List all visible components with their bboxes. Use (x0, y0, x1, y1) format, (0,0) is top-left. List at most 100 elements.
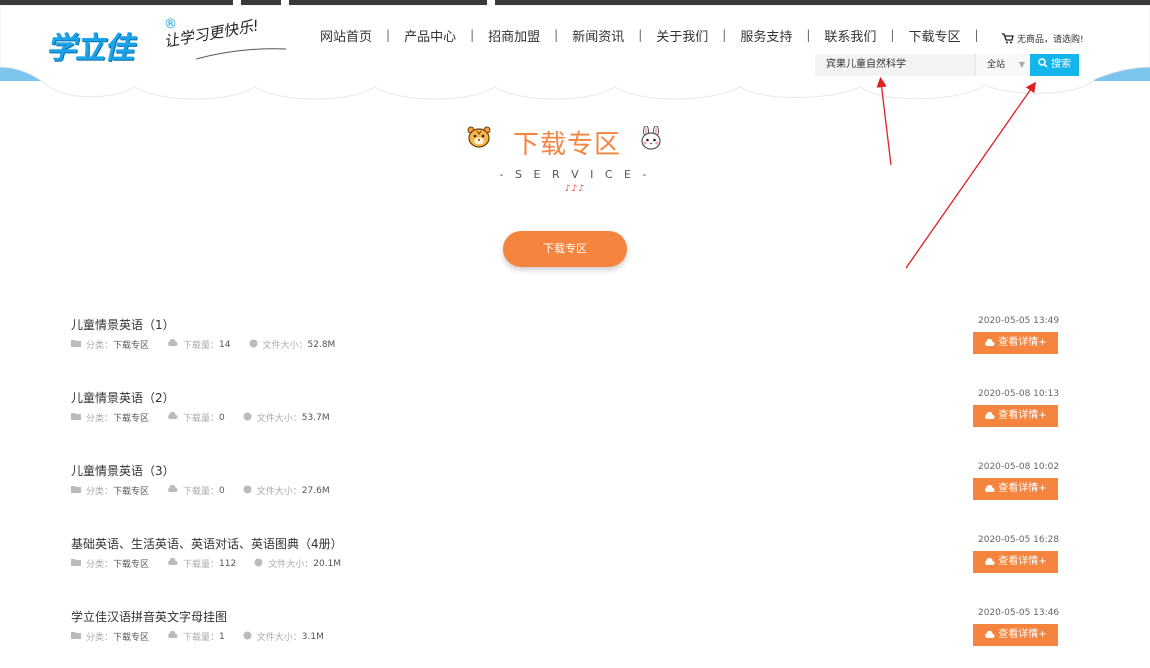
search-button-label: 搜索 (1051, 59, 1072, 70)
file-size-value: 20.1M (313, 558, 342, 569)
nav-franchise[interactable]: 招商加盟 (474, 26, 554, 45)
cloud-download-icon (167, 411, 178, 423)
download-count-value: 0 (219, 485, 225, 496)
nav-about[interactable]: 关于我们 (642, 26, 722, 45)
search-icon (1038, 58, 1048, 68)
category-value: 下载专区 (113, 633, 150, 643)
download-title[interactable]: 儿童情景英语（3） (71, 462, 175, 479)
category-value: 下载专区 (113, 560, 150, 570)
file-size-icon (249, 339, 258, 351)
file-size-icon (243, 412, 252, 424)
file-size-value: 53.7M (301, 412, 330, 423)
search-bar: 宾果儿童自然科学 全站 ▼ 搜索 (815, 54, 1079, 76)
download-meta: 分类： 下载专区 下载量： 0 文件大小： 53.7M (71, 411, 348, 424)
nav-separator: | (974, 28, 979, 42)
download-meta: 分类： 下载专区 下载量： 0 文件大小： 27.6M (71, 484, 348, 497)
view-details-label: 查看详情+ (998, 410, 1047, 421)
category-label: 分类： (86, 633, 114, 643)
download-date: 2020-05-08 10:02 (978, 462, 1060, 472)
folder-icon (71, 631, 81, 642)
download-meta: 分类： 下载专区 下载量： 1 文件大小： 3.1M (71, 630, 342, 643)
cloud-download-icon (167, 484, 178, 496)
cart-link[interactable]: 无商品，请选购! (1002, 32, 1084, 45)
folder-icon (71, 558, 81, 569)
tiger-face-icon (467, 126, 491, 148)
download-date: 2020-05-08 10:13 (978, 389, 1060, 399)
download-date: 2020-05-05 13:46 (978, 608, 1060, 618)
file-size-label: 文件大小： (268, 560, 314, 570)
folder-icon (71, 412, 81, 423)
download-date: 2020-05-05 16:28 (978, 535, 1060, 545)
category-button[interactable]: 下载专区 (503, 231, 627, 267)
list-item: 基础英语、生活英语、英语对话、英语图典（4册） 分类： 下载专区 下载量： 112 文件大… (0, 535, 1150, 595)
view-details-button[interactable]: 查看详情+ (973, 478, 1058, 500)
view-details-button[interactable]: 查看详情+ (973, 551, 1058, 573)
nav-support[interactable]: 服务支持 (726, 26, 806, 45)
view-details-button[interactable]: 查看详情+ (973, 332, 1058, 354)
page-title: 下载专区 (513, 130, 622, 160)
file-size-value: 3.1M (301, 631, 324, 642)
site-header: 学立佳 ® 让学习更快乐! 网站首页 | 产品中心 | 招商加盟 | 新闻资讯 … (0, 5, 1150, 103)
download-count-value: 0 (219, 412, 225, 423)
chevron-down-icon: ▼ (1018, 60, 1025, 69)
file-size-icon (254, 558, 263, 570)
category-value: 下载专区 (113, 414, 150, 424)
category-label: 分类： (86, 487, 114, 497)
nav-news[interactable]: 新闻资讯 (558, 26, 638, 45)
view-details-label: 查看详情+ (998, 556, 1047, 567)
cloud-icon (984, 339, 995, 347)
cloud-download-icon (167, 557, 178, 569)
download-count-label: 下载量： (183, 341, 220, 351)
cloud-icon (984, 631, 995, 639)
download-count-value: 112 (219, 558, 237, 569)
file-size-value: 27.6M (301, 485, 330, 496)
file-size-label: 文件大小： (256, 414, 302, 424)
nav-downloads[interactable]: 下载专区 (894, 26, 974, 45)
download-title[interactable]: 儿童情景英语（1） (71, 316, 175, 333)
download-title[interactable]: 学立佳汉语拼音英文字母挂图 (71, 608, 227, 625)
search-scope-select[interactable]: 全站 ▼ (975, 54, 1030, 76)
view-details-label: 查看详情+ (998, 337, 1047, 348)
section-title: 下载专区 (466, 120, 666, 160)
nav-home[interactable]: 网站首页 (306, 26, 386, 45)
view-details-button[interactable]: 查看详情+ (973, 405, 1058, 427)
list-item: 儿童情景英语（1） 分类： 下载专区 下载量： 14 文件大小： 52.8M 2020-05-… (0, 316, 1150, 376)
music-notes: ♪♪♪ (564, 184, 586, 194)
cloud-download-icon (167, 630, 178, 642)
folder-icon (71, 339, 81, 350)
file-size-label: 文件大小： (262, 341, 308, 351)
category-value: 下载专区 (113, 487, 150, 497)
file-size-icon (243, 485, 252, 497)
download-title[interactable]: 基础英语、生活英语、英语对话、英语图典（4册） (71, 535, 343, 552)
download-count-label: 下载量： (183, 487, 220, 497)
logo-swoosh (196, 48, 286, 60)
search-button[interactable]: 搜索 (1030, 54, 1079, 76)
category-label: 分类： (86, 341, 114, 351)
cloud-icon (984, 485, 995, 493)
download-count-label: 下载量： (183, 560, 220, 570)
download-count-value: 1 (219, 631, 225, 642)
download-meta: 分类： 下载专区 下载量： 112 文件大小： 20.1M (71, 557, 359, 570)
site-logo[interactable]: 学立佳 ® 让学习更快乐! (46, 16, 296, 69)
category-value: 下载专区 (113, 341, 150, 351)
download-title[interactable]: 儿童情景英语（2） (71, 389, 175, 406)
view-details-label: 查看详情+ (998, 629, 1047, 640)
file-size-icon (243, 631, 252, 643)
category-label: 分类： (86, 560, 114, 570)
list-item: 儿童情景英语（2） 分类： 下载专区 下载量： 0 文件大小： 53.7M 2020-05-0… (0, 389, 1150, 449)
download-count-value: 14 (219, 339, 231, 350)
download-meta: 分类： 下载专区 下载量： 14 文件大小： 52.8M (71, 338, 353, 351)
file-size-label: 文件大小： (256, 633, 302, 643)
download-count-label: 下载量： (183, 633, 220, 643)
list-item: 儿童情景英语（3） 分类： 下载专区 下载量： 0 文件大小： 27.6M 2020-05-0… (0, 462, 1150, 522)
search-scope-value: 全站 (987, 60, 1006, 70)
cart-text: 无商品，请选购! (1017, 35, 1084, 45)
file-size-label: 文件大小： (256, 487, 302, 497)
logo-brand: 学立佳 (46, 31, 134, 66)
file-size-value: 52.8M (307, 339, 336, 350)
nav-products[interactable]: 产品中心 (390, 26, 470, 45)
nav-contact[interactable]: 联系我们 (810, 26, 890, 45)
download-date: 2020-05-05 13:49 (978, 316, 1060, 326)
search-input[interactable]: 宾果儿童自然科学 (815, 54, 975, 76)
view-details-button[interactable]: 查看详情+ (973, 624, 1058, 646)
